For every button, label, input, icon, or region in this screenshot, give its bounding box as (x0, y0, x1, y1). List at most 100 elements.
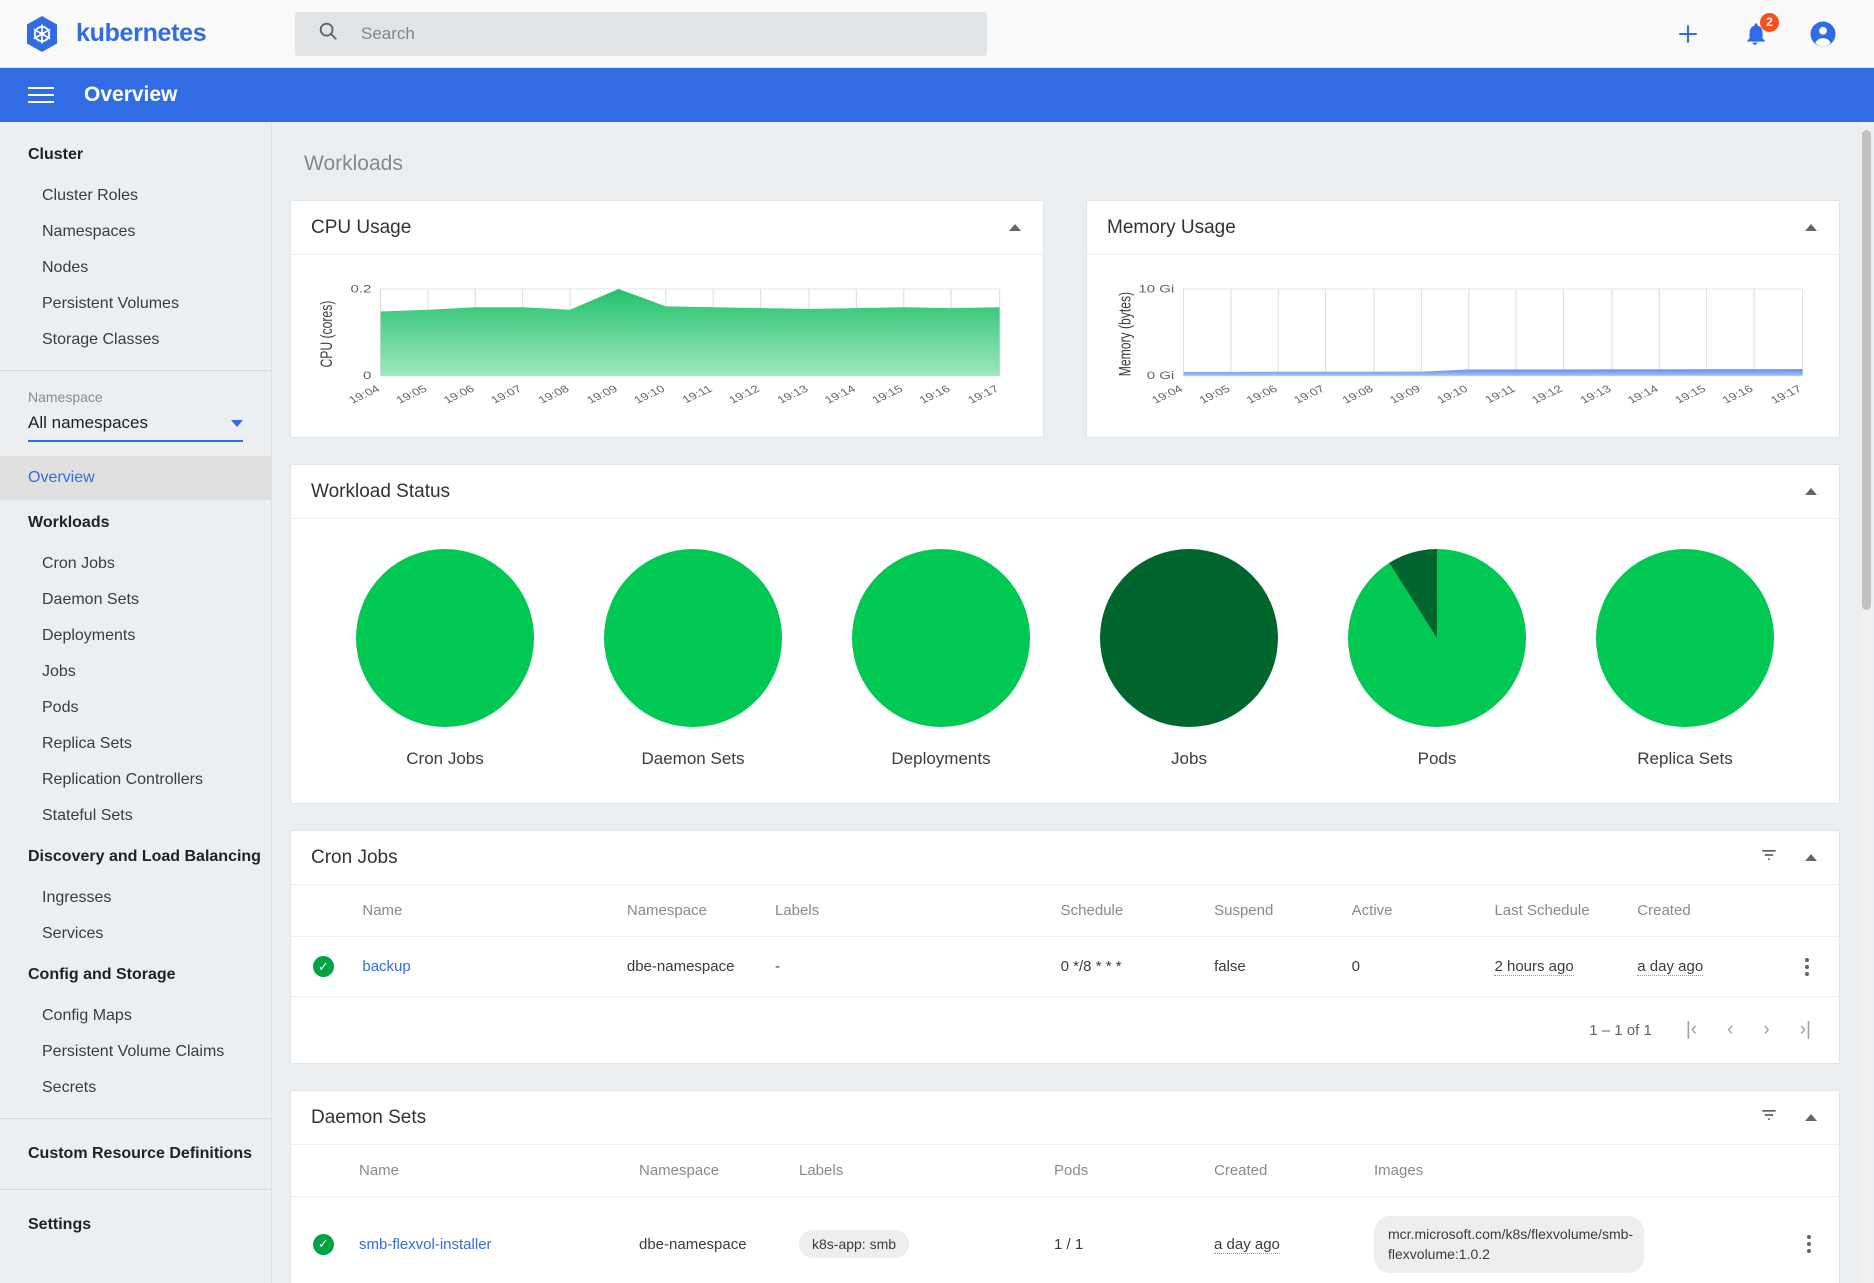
pie-chart (1348, 549, 1526, 727)
sidebar-item-jobs[interactable]: Jobs (0, 654, 271, 690)
svg-text:19:07: 19:07 (1291, 383, 1327, 406)
sidebar-item-config-maps[interactable]: Config Maps (0, 998, 271, 1034)
label-chip: k8s-app: smb (799, 1230, 909, 1258)
svg-text:Memory (bytes): Memory (bytes) (1117, 292, 1135, 376)
svg-text:19:08: 19:08 (1340, 383, 1376, 406)
cell-active: 0 (1342, 937, 1485, 997)
sidebar-item-custom-resource-definitions[interactable]: Custom Resource Definitions (0, 1131, 271, 1177)
workload-status-card: Workload Status Cron Jobs Daemon Sets (290, 464, 1840, 804)
namespace-selected-value: All namespaces (28, 413, 148, 433)
cron-jobs-actions (1759, 845, 1817, 870)
sidebar-item-secrets[interactable]: Secrets (0, 1070, 271, 1106)
th-pods: Pods (1044, 1145, 1204, 1197)
sidebar-item-overview[interactable]: Overview (0, 456, 271, 500)
cell-labels: - (765, 937, 1051, 997)
row-status: ✓ (291, 1197, 349, 1283)
scrollbar-thumb[interactable] (1862, 130, 1871, 610)
sidebar-item-daemon-sets[interactable]: Daemon Sets (0, 582, 271, 618)
chevron-up-icon[interactable] (1805, 224, 1817, 231)
daemon-set-link[interactable]: smb-flexvol-installer (359, 1236, 492, 1253)
workload-status-header: Workload Status (291, 465, 1839, 519)
sidebar-item-settings[interactable]: Settings (0, 1202, 271, 1248)
sidebar-item-storage-classes[interactable]: Storage Classes (0, 322, 271, 358)
workload-status-title: Workload Status (311, 481, 450, 503)
sidebar-item-persistent-volumes[interactable]: Persistent Volumes (0, 286, 271, 322)
svg-text:19:17: 19:17 (1768, 383, 1804, 406)
sidebar-divider-2 (0, 1118, 271, 1119)
prev-page-icon[interactable]: ‹ (1727, 1019, 1733, 1041)
cell-name: smb-flexvol-installer (349, 1197, 629, 1283)
plus-icon[interactable] (1674, 20, 1702, 48)
chevron-up-icon[interactable] (1805, 854, 1817, 861)
filter-list-icon[interactable] (1759, 1105, 1779, 1130)
first-page-icon[interactable]: |‹ (1686, 1019, 1697, 1041)
sidebar-item-persistent-volume-claims[interactable]: Persistent Volume Claims (0, 1034, 271, 1070)
cell-menu (1779, 1197, 1839, 1283)
th-status (291, 1145, 349, 1197)
brand[interactable]: kubernetes (0, 14, 272, 54)
cell-last-schedule: 2 hours ago (1484, 937, 1627, 997)
svg-text:19:15: 19:15 (1673, 383, 1709, 406)
cron-jobs-card: Cron Jobs Name (290, 830, 1840, 1064)
svg-text:19:04: 19:04 (346, 383, 382, 406)
sidebar-item-namespaces[interactable]: Namespaces (0, 214, 271, 250)
sidebar-item-replication-controllers[interactable]: Replication Controllers (0, 762, 271, 798)
bell-icon[interactable]: 2 (1742, 21, 1768, 47)
svg-text:19:14: 19:14 (822, 383, 858, 406)
filter-list-icon[interactable] (1759, 845, 1779, 870)
main-scrollbar[interactable] (1861, 122, 1872, 1283)
table-row[interactable]: ✓ backup dbe-namespace - 0 */8 * * * fal… (291, 937, 1839, 997)
sidebar-item-cluster-roles[interactable]: Cluster Roles (0, 178, 271, 214)
sidebar-item-deployments[interactable]: Deployments (0, 618, 271, 654)
sidebar-group-config: Config and Storage (0, 952, 271, 998)
svg-text:19:10: 19:10 (1435, 383, 1471, 406)
namespace-select[interactable]: All namespaces (28, 413, 243, 442)
more-vert-icon[interactable] (1785, 958, 1829, 976)
search-bar[interactable] (295, 12, 987, 56)
chevron-up-icon[interactable] (1805, 488, 1817, 495)
sidebar-item-pods[interactable]: Pods (0, 690, 271, 726)
pie-label: Deployments (891, 749, 990, 769)
check-circle-icon: ✓ (313, 1234, 334, 1255)
hamburger-menu-icon[interactable] (24, 83, 58, 107)
sidebar-divider (0, 370, 271, 371)
page-title: Overview (84, 83, 177, 107)
cell-created: a day ago (1627, 937, 1775, 997)
dashboard-root: kubernetes 2 (0, 0, 1874, 1283)
svg-text:0.2: 0.2 (351, 282, 372, 295)
cell-menu (1775, 937, 1839, 997)
sidebar-item-stateful-sets[interactable]: Stateful Sets (0, 798, 271, 834)
chevron-up-icon[interactable] (1009, 224, 1021, 231)
sidebar-item-nodes[interactable]: Nodes (0, 250, 271, 286)
table-row[interactable]: ✓ smb-flexvol-installer dbe-namespace k8… (291, 1197, 1839, 1283)
th-suspend: Suspend (1204, 885, 1342, 937)
account-circle-icon[interactable] (1808, 19, 1838, 49)
search-input[interactable] (361, 24, 965, 44)
chevron-down-icon (231, 420, 243, 427)
sidebar-item-cron-jobs[interactable]: Cron Jobs (0, 546, 271, 582)
last-page-icon[interactable]: ›| (1800, 1019, 1811, 1041)
daemon-sets-actions (1759, 1105, 1817, 1130)
kubernetes-wheel-icon (22, 14, 62, 54)
svg-text:19:16: 19:16 (1720, 383, 1756, 406)
body: Cluster Cluster Roles Namespaces Nodes P… (0, 122, 1874, 1283)
chevron-up-icon[interactable] (1805, 1114, 1817, 1121)
sidebar-group-discovery: Discovery and Load Balancing (0, 834, 271, 880)
memory-chart-svg: 10 Gi 0 Gi Memory (bytes) (1105, 269, 1821, 427)
more-vert-icon[interactable] (1789, 1235, 1829, 1253)
th-name: Name (352, 885, 617, 937)
th-menu (1775, 885, 1839, 937)
next-page-icon[interactable]: › (1763, 1019, 1769, 1041)
cell-labels: k8s-app: smb (789, 1197, 1044, 1283)
sidebar-item-ingresses[interactable]: Ingresses (0, 880, 271, 916)
cron-jobs-title: Cron Jobs (311, 847, 398, 869)
sidebar-item-replica-sets[interactable]: Replica Sets (0, 726, 271, 762)
svg-text:19:15: 19:15 (870, 383, 906, 406)
pie-replica-sets: Replica Sets (1596, 549, 1774, 769)
daemon-sets-table: Name Namespace Labels Pods Created Image… (291, 1145, 1839, 1283)
pie-label: Replica Sets (1637, 749, 1732, 769)
last-schedule-value: 2 hours ago (1494, 958, 1573, 976)
pie-chart (604, 549, 782, 727)
cron-job-link[interactable]: backup (362, 958, 410, 975)
sidebar-item-services[interactable]: Services (0, 916, 271, 952)
